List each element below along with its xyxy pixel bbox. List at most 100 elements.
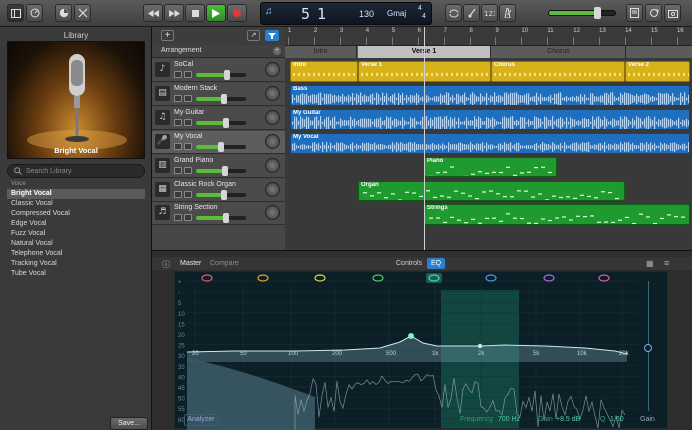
track-volume-knob[interactable] (222, 165, 228, 176)
track-name[interactable]: Classic Rock Organ (174, 181, 236, 188)
track-name[interactable]: String Section (174, 204, 218, 211)
track-volume-knob[interactable] (223, 213, 229, 224)
track-volume-slider[interactable] (196, 70, 246, 80)
track-volume-knob[interactable] (223, 117, 229, 128)
arrangement-track[interactable]: Intro Verse 1 Chorus (285, 46, 692, 58)
track-volume-slider[interactable] (196, 213, 246, 224)
media-browser-button[interactable] (664, 4, 681, 22)
track-header[interactable]: ▦ Classic Rock Organ (152, 178, 285, 202)
eq-tab[interactable]: EQ (427, 258, 446, 269)
cycle-button[interactable] (445, 4, 462, 22)
eq-band-7-button[interactable] (541, 273, 557, 283)
headphones-icon[interactable] (184, 94, 192, 102)
mute-button[interactable] (174, 94, 182, 102)
library-button[interactable] (7, 4, 24, 22)
patch-item[interactable]: Edge Vocal (7, 219, 145, 229)
tuner-button[interactable] (463, 4, 480, 22)
gain-param-value[interactable]: +8.5 dB (556, 416, 580, 423)
stop-button[interactable] (185, 4, 205, 22)
output-gain-slider[interactable] (643, 281, 655, 411)
smart-tool-button[interactable]: ↗ (247, 30, 260, 41)
pan-knob[interactable] (265, 157, 280, 173)
mute-button[interactable] (174, 166, 182, 174)
loop-browser-button[interactable] (645, 4, 662, 22)
patch-item[interactable]: Compressed Vocal (7, 209, 145, 219)
eq-band-5-button[interactable] (426, 273, 442, 283)
menu-icon[interactable]: ≡ (664, 258, 669, 268)
headphones-icon[interactable] (184, 166, 192, 174)
filter-button[interactable] (265, 30, 279, 41)
track-name[interactable]: Grand Piano (174, 157, 213, 164)
region[interactable]: Strings (424, 204, 690, 226)
eq-graph[interactable]: +-5101520253035404550556020501002005001k… (175, 272, 669, 430)
headphones-icon[interactable] (184, 142, 192, 150)
eq-band-3-button[interactable] (312, 273, 328, 283)
region[interactable]: Intro (290, 61, 358, 82)
controls-tab[interactable]: Controls (396, 258, 422, 269)
eq-display[interactable]: +-5101520253035404550556020501002005001k… (174, 271, 669, 430)
eq-band-2-button[interactable] (255, 273, 271, 283)
pan-knob[interactable] (265, 133, 280, 149)
timeline-ruler[interactable]: 1 2 3 4 5 6 7 8 9 10 11 12 13 14 15 16 (285, 27, 692, 46)
count-in-button[interactable]: 123 (481, 4, 498, 22)
smart-controls-button[interactable] (26, 4, 43, 22)
region[interactable]: Piano (424, 156, 557, 178)
headphones-icon[interactable] (184, 190, 192, 198)
eq-band-8-button[interactable] (596, 273, 612, 283)
track-name[interactable]: Modern Stack (174, 85, 217, 92)
track-volume-knob[interactable] (224, 70, 230, 80)
mute-button[interactable] (174, 71, 182, 78)
track-header[interactable]: ▥ Grand Piano (152, 154, 285, 178)
save-patch-button[interactable]: Save... (110, 417, 148, 430)
inspector-icon[interactable]: ⓘ (162, 259, 170, 270)
eq-band-node[interactable] (408, 333, 414, 339)
region[interactable]: Organ (358, 180, 625, 202)
output-gain-knob[interactable] (644, 344, 652, 352)
region[interactable]: Verse 2 (625, 61, 690, 82)
pan-knob[interactable] (265, 62, 280, 77)
mute-button[interactable] (174, 118, 182, 126)
eq-band-node[interactable] (477, 343, 483, 349)
patch-item[interactable]: Fuzz Vocal (7, 229, 145, 239)
track-volume-slider[interactable] (196, 189, 246, 200)
headphones-icon[interactable] (184, 214, 192, 222)
region[interactable]: Bass (290, 84, 690, 106)
eq-band-6-button[interactable] (483, 273, 499, 283)
add-track-button[interactable]: + (161, 30, 174, 41)
patch-item[interactable]: Telephone Vocal (7, 249, 145, 259)
pan-knob[interactable] (265, 205, 280, 221)
mute-button[interactable] (174, 190, 182, 198)
eq-band-1-button[interactable] (199, 273, 215, 283)
editor-button[interactable] (74, 4, 91, 22)
record-button[interactable] (227, 4, 247, 22)
track-header[interactable]: 🎤 My Vocal (152, 130, 285, 154)
track-name[interactable]: SoCal (174, 61, 193, 68)
master-tab[interactable]: Master (180, 258, 201, 269)
track-name[interactable]: My Vocal (174, 133, 202, 140)
metronome-button[interactable] (499, 4, 516, 22)
pan-knob[interactable] (265, 109, 280, 125)
play-button[interactable] (206, 4, 226, 22)
track-volume-knob[interactable] (218, 141, 224, 152)
frequency-value[interactable]: 700 Hz (498, 416, 520, 423)
fast-forward-button[interactable] (164, 4, 184, 22)
note-pad-button[interactable] (55, 4, 72, 22)
track-header[interactable]: ♬ String Section (152, 202, 285, 226)
patch-item[interactable]: Bright Vocal (7, 189, 145, 199)
track-volume-slider[interactable] (196, 165, 246, 176)
track-volume-knob[interactable] (220, 93, 227, 104)
track-name[interactable]: My Guitar (174, 109, 204, 116)
lcd-display[interactable]: ♫ 5 1 130 Gmaj 4 4 (260, 2, 432, 25)
notepad-button[interactable] (626, 4, 643, 22)
region[interactable]: Chorus (491, 61, 625, 82)
region[interactable]: My Guitar (290, 108, 690, 130)
arrangement-marker[interactable]: Chorus (492, 46, 626, 58)
track-header[interactable]: ♪ SoCal (152, 59, 285, 82)
pan-knob[interactable] (265, 85, 280, 101)
grid-icon[interactable]: ▦ (646, 259, 654, 268)
region[interactable]: My Vocal (290, 132, 690, 154)
patch-item[interactable]: Natural Vocal (7, 239, 145, 249)
headphones-icon[interactable] (184, 118, 192, 126)
patch-item[interactable]: Tube Vocal (7, 269, 145, 279)
master-volume-slider[interactable] (548, 7, 616, 19)
